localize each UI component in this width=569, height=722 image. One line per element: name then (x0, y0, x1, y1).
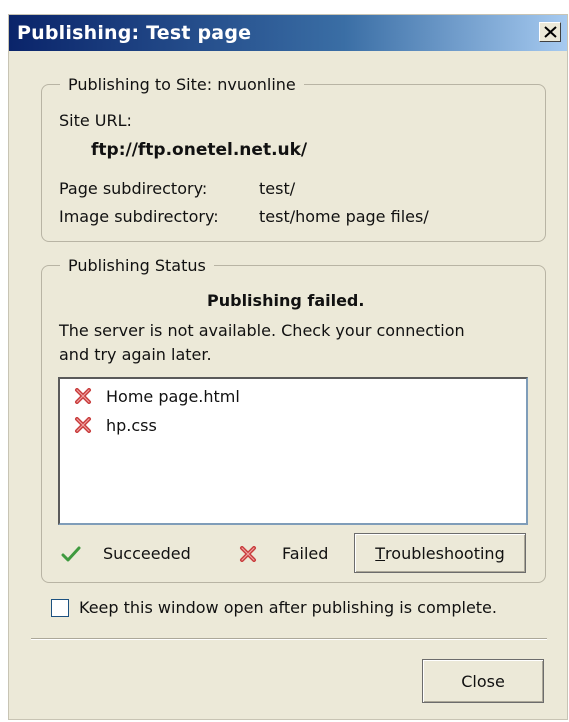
failed-x-icon (74, 417, 92, 433)
publishing-dialog: Publishing: Test page Publishing to Site… (8, 14, 568, 720)
troubleshooting-accesskey: T (375, 543, 386, 563)
image-subdir-label: Image subdirectory: (59, 207, 219, 226)
status-group-legend: Publishing Status (68, 256, 206, 275)
close-icon (544, 26, 557, 38)
file-name: Home page.html (106, 386, 240, 406)
published-files-list[interactable]: Home page.html hp.css (58, 377, 528, 525)
succeeded-check-icon (61, 545, 81, 563)
title-bar: Publishing: Test page (9, 15, 567, 51)
list-item[interactable]: Home page.html (74, 384, 240, 408)
window-close-button[interactable] (539, 22, 561, 42)
failed-legend-label: Failed (282, 544, 329, 563)
site-url-value: ftp://ftp.onetel.net.uk/ (91, 140, 308, 160)
troubleshooting-label: roubleshooting (385, 543, 505, 563)
site-url-label: Site URL: (59, 111, 132, 130)
list-item[interactable]: hp.css (74, 413, 157, 437)
status-message-line2: and try again later. (59, 345, 212, 364)
page-subdir-label: Page subdirectory: (59, 179, 208, 198)
keep-open-label[interactable]: Keep this window open after publishing i… (79, 598, 497, 617)
site-group-legend: Publishing to Site: nvuonline (68, 75, 296, 94)
close-button[interactable]: Close (422, 659, 544, 703)
status-message-line1: The server is not available. Check your … (59, 321, 465, 340)
failed-x-icon (239, 546, 257, 562)
divider (31, 638, 547, 640)
troubleshooting-button[interactable]: Troubleshooting (354, 533, 526, 573)
image-subdir-value: test/home page files/ (259, 207, 429, 226)
failed-x-icon (74, 388, 92, 404)
status-headline: Publishing failed. (207, 291, 365, 310)
file-name: hp.css (106, 415, 157, 435)
window-title: Publishing: Test page (17, 22, 252, 44)
page-subdir-value: test/ (259, 179, 296, 198)
succeeded-legend-label: Succeeded (103, 544, 191, 563)
keep-open-checkbox[interactable] (51, 599, 69, 617)
